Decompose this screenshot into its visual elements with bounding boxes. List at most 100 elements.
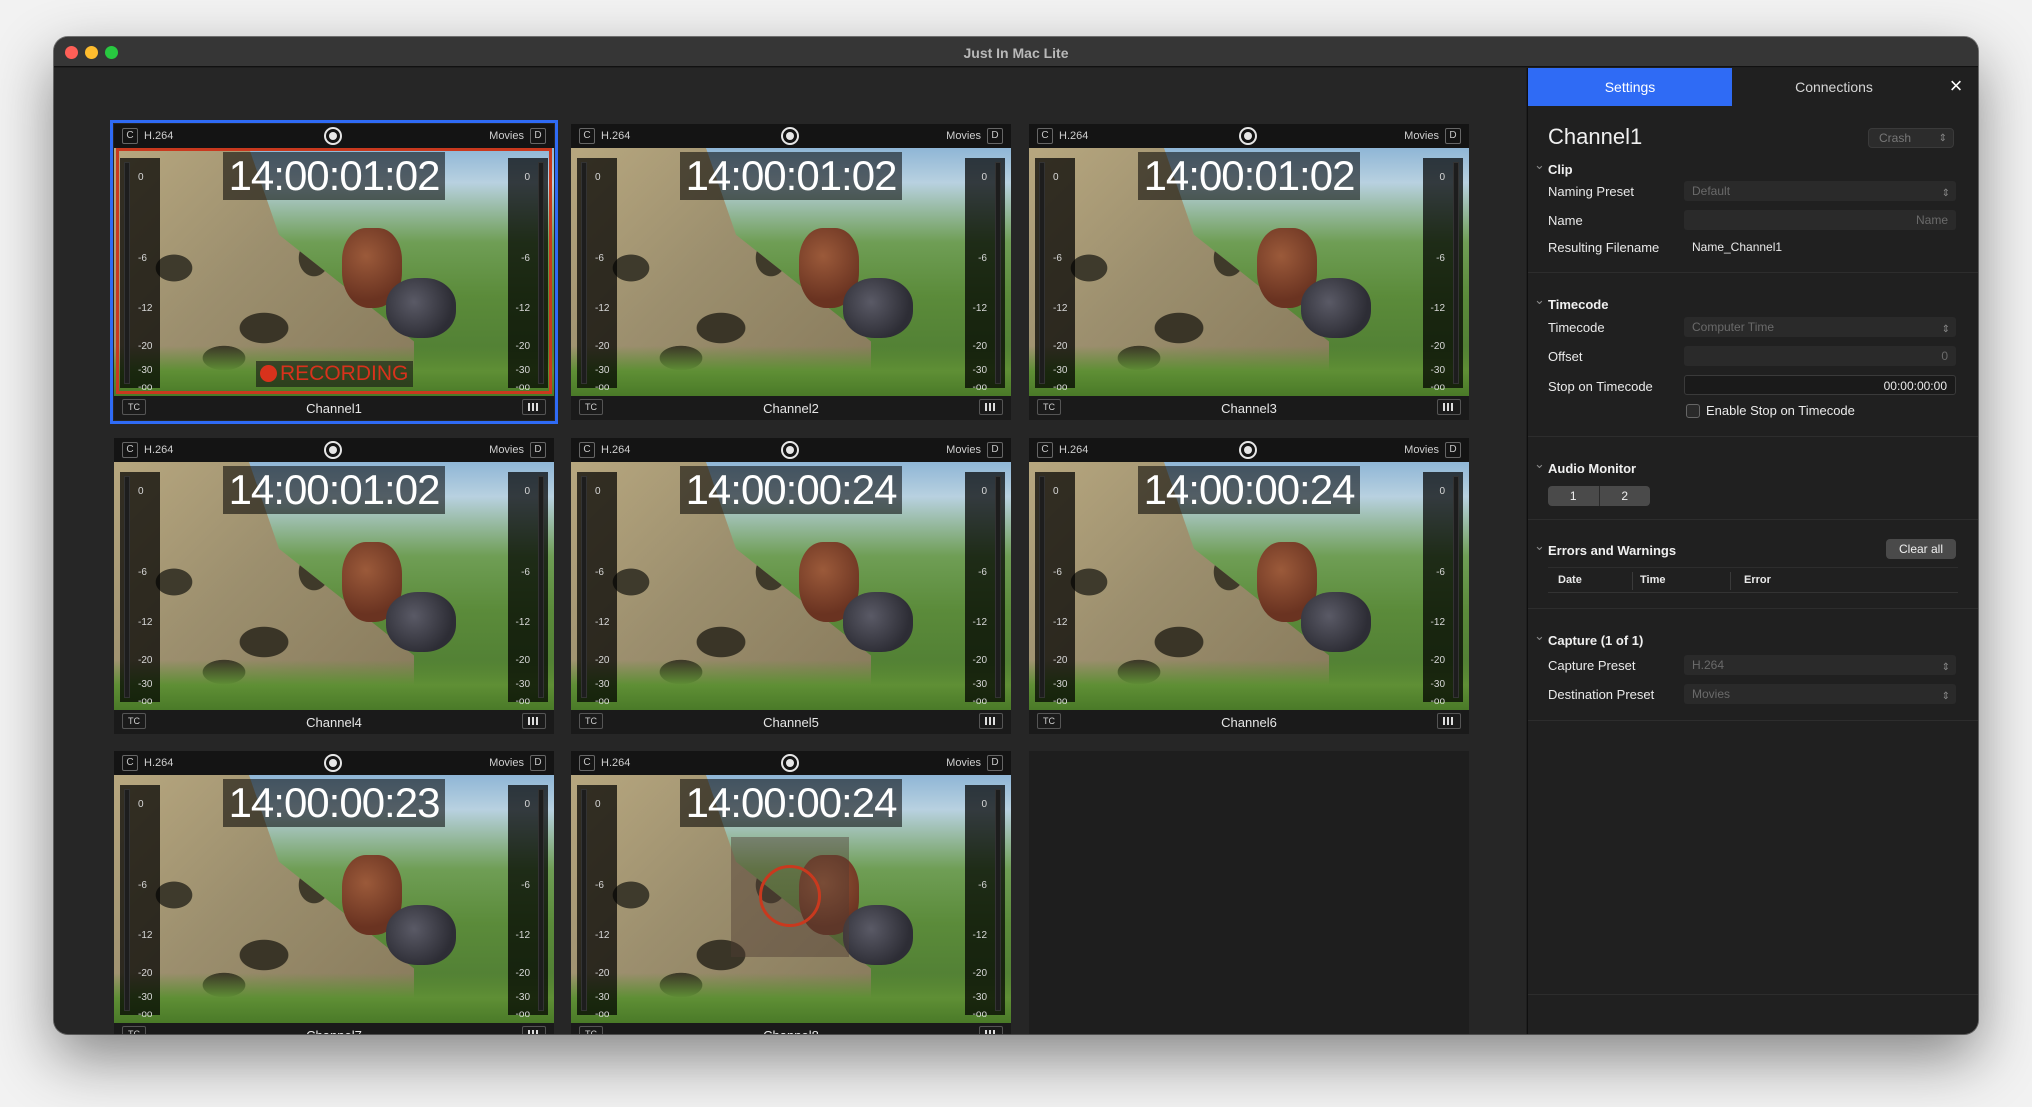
timecode-popup[interactable]: Computer Time ⇕ [1684,317,1956,337]
section-errors[interactable]: Errors and Warnings [1534,538,1676,558]
close-icon[interactable]: × [1944,74,1968,98]
naming-preset-popup[interactable]: Default ⇕ [1684,181,1956,201]
record-button-icon[interactable] [324,441,342,459]
meter-tick-label: -oo [972,696,987,707]
c-badge[interactable]: C [579,128,595,144]
name-field[interactable]: Name [1684,210,1956,230]
d-badge[interactable]: D [1445,128,1461,144]
destination-label: Movies [1404,130,1439,142]
record-button-icon[interactable] [781,127,799,145]
audio-levels-icon[interactable] [1437,399,1461,415]
meter-tick-label: -20 [1430,655,1445,666]
record-button-icon[interactable] [781,754,799,772]
audio-levels-icon[interactable] [979,713,1003,729]
channel-tile[interactable]: C H.264 Movies D 0 -6 -12 -20 -30 -oo 0 -6 -12-… [1029,438,1469,734]
meter-tick-label: -20 [1053,655,1068,666]
record-button-icon[interactable] [324,127,342,145]
record-button-icon[interactable] [324,754,342,772]
d-badge[interactable]: D [530,755,546,771]
section-audio-monitor[interactable]: Audio Monitor [1534,456,1636,476]
d-badge[interactable]: D [530,128,546,144]
audio-channel-2-button[interactable]: 2 [1598,486,1651,506]
d-badge[interactable]: D [987,442,1003,458]
destination-preset-popup[interactable]: Movies ⇕ [1684,684,1956,704]
channel-tile[interactable]: C H.264 Movies D 0 -6 -12 -20 -30 -oo 0 -6 -12-… [571,124,1011,420]
tile-footer: TC Channel1 [114,396,554,420]
col-error[interactable]: Error [1744,574,1771,586]
channel-tile[interactable]: C H.264 Movies D 0 -6 -12 -20 -30 -oo 0 -6 -12-… [110,120,558,424]
enable-stop-checkbox[interactable] [1686,404,1700,418]
video-preview[interactable]: 0 -6 -12 -20 -30 -oo 0 -6 -12 -20 -30 -oo 14:00:01… [571,148,1011,396]
channel-tile[interactable]: C H.264 Movies D 0 -6 -12 -20 -30 -oo 0 -6 -12-… [1029,124,1469,420]
audio-levels-icon[interactable] [522,399,546,415]
meter-tick-label: -20 [972,968,987,979]
timecode-label: Timecode [1548,320,1605,335]
meter-tick-label: -12 [138,617,153,628]
offset-label: Offset [1548,349,1583,364]
crash-popup[interactable]: Crash ⇕ [1868,128,1954,148]
col-time[interactable]: Time [1640,574,1665,586]
chevron-updown-icon: ⇕ [1941,662,1950,673]
meter-tick-label: -oo [138,1009,153,1020]
video-frame [1029,660,1469,710]
stop-on-timecode-field[interactable]: 00:00:00:00 [1684,375,1956,395]
col-date[interactable]: Date [1558,574,1582,586]
capture-preset-popup[interactable]: H.264 ⇕ [1684,655,1956,675]
section-clip[interactable]: Clip [1534,157,1572,177]
channel-name: Channel4 [306,715,362,730]
tile-footer: TC Channel2 [571,396,1011,420]
c-badge[interactable]: C [122,442,138,458]
video-frame [571,973,1011,1023]
meter-tick-label: -20 [972,655,987,666]
settings-panel: Settings Connections × Channel1 Crash ⇕ C… [1527,68,1978,1034]
c-badge[interactable]: C [579,755,595,771]
record-button-icon[interactable] [781,441,799,459]
d-badge[interactable]: D [987,755,1003,771]
d-badge[interactable]: D [530,442,546,458]
video-preview[interactable]: 0 -6 -12 -20 -30 -oo 0 -6 -12 -20 -30 -oo 14:00:01… [114,462,554,710]
audio-channel-1-button[interactable]: 1 [1548,486,1599,506]
video-preview[interactable]: 0 -6 -12 -20 -30 -oo 0 -6 -12 -20 -30 -oo 14:00:00… [1029,462,1469,710]
channel-tile[interactable]: C H.264 Movies D 0 -6 -12 -20 -30 -oo 0 -6 -12-… [114,751,554,1034]
video-preview[interactable]: 0 -6 -12 -20 -30 -oo 0 -6 -12 -20 -30 -oo 14:00:00… [571,775,1011,1023]
channel-tile[interactable]: C H.264 Movies D 0 -6 -12 -20 -30 -oo 0 -6 -12-… [571,751,1011,1034]
codec-label: H.264 [1059,130,1089,142]
meter-tick-label: -oo [595,382,610,393]
record-button-icon[interactable] [1239,441,1257,459]
timecode-text: 14:00:01:02 [679,152,903,200]
tab-connections[interactable]: Connections [1732,68,1936,106]
clear-all-button[interactable]: Clear all [1886,539,1956,559]
stop-record-icon[interactable] [731,837,849,957]
video-preview[interactable]: 0 -6 -12 -20 -30 -oo 0 -6 -12 -20 -30 -oo 14:00:01… [1029,148,1469,396]
video-preview[interactable]: 0 -6 -12 -20 -30 -oo 0 -6 -12 -20 -30 -oo 14:00:01… [114,148,554,396]
d-badge[interactable]: D [1445,442,1461,458]
c-badge[interactable]: C [122,755,138,771]
destination-label: Movies [946,130,981,142]
audio-levels-icon[interactable] [979,399,1003,415]
audio-levels-icon[interactable] [522,1026,546,1034]
meter-tick-label: -20 [138,655,153,666]
tab-settings[interactable]: Settings [1528,68,1732,106]
audio-levels-icon[interactable] [522,713,546,729]
d-badge[interactable]: D [987,128,1003,144]
c-badge[interactable]: C [1037,128,1053,144]
meter-tick-label: -30 [972,992,987,1003]
video-frame [114,660,554,710]
channel-tile[interactable]: C H.264 Movies D 0 -6 -12 -20 -30 -oo 0 -6 -12-… [571,438,1011,734]
offset-field[interactable]: 0 [1684,346,1956,366]
chevron-updown-icon: ⇕ [1938,133,1947,144]
channel-tile[interactable]: C H.264 Movies D 0 -6 -12 -20 -30 -oo 0 -6 -12-… [114,438,554,734]
section-timecode[interactable]: Timecode [1534,292,1609,312]
audio-levels-icon[interactable] [1437,713,1461,729]
c-badge[interactable]: C [1037,442,1053,458]
record-button-icon[interactable] [1239,127,1257,145]
divider [1528,519,1978,520]
video-preview[interactable]: 0 -6 -12 -20 -30 -oo 0 -6 -12 -20 -30 -oo 14:00:00… [114,775,554,1023]
app-window: Just In Mac Lite C H.264 Movies D 0 -6 -12… [54,37,1978,1034]
tile-header: C H.264 Movies D [114,751,554,775]
section-capture[interactable]: Capture (1 of 1) [1534,628,1643,648]
c-badge[interactable]: C [122,128,138,144]
c-badge[interactable]: C [579,442,595,458]
video-preview[interactable]: 0 -6 -12 -20 -30 -oo 0 -6 -12 -20 -30 -oo 14:00:00… [571,462,1011,710]
audio-levels-icon[interactable] [979,1026,1003,1034]
